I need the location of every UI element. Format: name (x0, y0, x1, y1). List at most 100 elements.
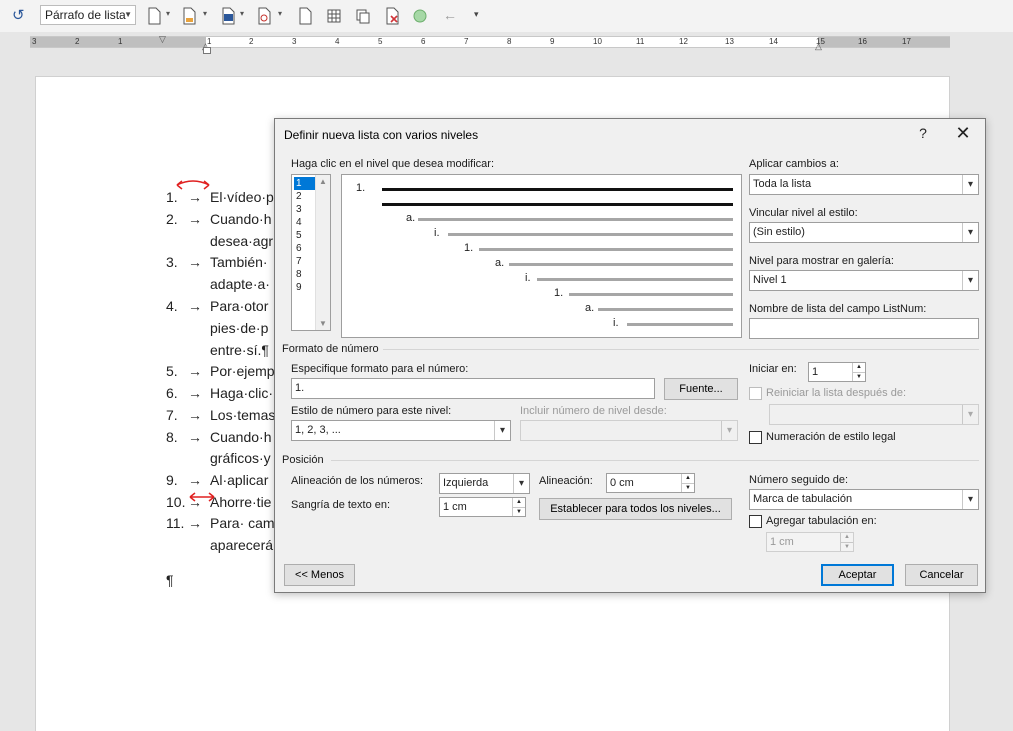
chevron-down-icon[interactable]: ▾ (962, 223, 978, 242)
ruler-number: 16 (858, 37, 867, 46)
ruler-number: 3 (292, 37, 297, 46)
level-option[interactable]: 2 (294, 190, 316, 203)
tab-arrow: → (188, 407, 202, 423)
spin-down-icon[interactable]: ▼ (512, 507, 525, 516)
level-option[interactable]: 4 (294, 216, 316, 229)
set-all-levels-button[interactable]: Establecer para todos los niveles... (539, 498, 732, 520)
link-style-select[interactable]: (Sin estilo) ▾ (749, 222, 979, 243)
ruler[interactable]: 3 2 1 1 2 3 4 5 6 7 8 9 10 11 12 13 14 1… (30, 34, 950, 51)
spin-down-icon[interactable]: ▼ (840, 542, 853, 551)
level-option[interactable]: 6 (294, 242, 316, 255)
listnum-name-label: Nombre de lista del campo ListNum: (749, 303, 927, 315)
redo-icon[interactable]: ↺ (12, 6, 25, 24)
number-format-input[interactable]: 1. (291, 378, 655, 399)
circle-icon[interactable] (412, 7, 428, 25)
preview-line (382, 203, 733, 206)
level-option[interactable]: 3 (294, 203, 316, 216)
chevron-down-icon[interactable]: ▾ (962, 490, 978, 509)
list-continuation[interactable]: aparecerá (210, 536, 273, 554)
document-template-icon[interactable] (181, 7, 197, 25)
number-alignment-select[interactable]: Izquierda ▾ (439, 473, 530, 494)
ok-button[interactable]: Aceptar (821, 564, 894, 586)
followed-by-select[interactable]: Marca de tabulación ▾ (749, 489, 979, 510)
include-level-select[interactable]: ▾ (520, 420, 738, 441)
list-continuation[interactable]: pies·de·p (210, 319, 268, 337)
listnum-name-input[interactable] (749, 318, 979, 339)
text-indent-spinner[interactable]: 1 cm ▲ ▼ (439, 497, 526, 517)
dialog-title: Definir nueva lista con varios niveles (284, 128, 479, 142)
spin-down-icon[interactable]: ▼ (681, 483, 694, 492)
chevron-down-icon[interactable]: ▾ (203, 9, 207, 18)
style-selector[interactable]: Párrafo de lista ▼ (40, 5, 136, 25)
level-option[interactable]: 1 (294, 177, 316, 190)
spin-up-icon[interactable]: ▲ (512, 498, 525, 507)
back-arrow-icon[interactable]: ← (443, 7, 457, 23)
level-option[interactable]: 7 (294, 255, 316, 268)
more-options-icon[interactable]: ▾ (474, 9, 479, 20)
help-button[interactable]: ? (915, 125, 931, 141)
tab-arrow: → (188, 472, 202, 488)
pdf-document-icon[interactable] (256, 7, 272, 25)
ruler-number: 1 (118, 37, 123, 46)
tab-arrow: → (188, 211, 202, 227)
chevron-down-icon[interactable]: ▾ (494, 421, 510, 440)
spin-down-icon[interactable]: ▼ (852, 372, 865, 381)
spin-up-icon[interactable]: ▲ (681, 474, 694, 483)
level-option[interactable]: 8 (294, 268, 316, 281)
start-at-spinner[interactable]: 1 ▲ ▼ (808, 362, 866, 382)
preview-line (537, 278, 733, 281)
gallery-level-select[interactable]: Nivel 1 ▾ (749, 270, 979, 291)
chevron-down-icon[interactable]: ▾ (962, 175, 978, 194)
apply-changes-select[interactable]: Toda la lista ▾ (749, 174, 979, 195)
preview-line (509, 263, 733, 266)
restart-list-checkbox[interactable] (749, 387, 762, 400)
list-continuation[interactable]: adapte·a· (210, 275, 270, 293)
cancel-button[interactable]: Cancelar (905, 564, 978, 586)
alignment-spinner[interactable]: 0 cm ▲ ▼ (606, 473, 695, 493)
legal-numbering-checkbox[interactable] (749, 431, 762, 444)
preview-label: 1. (554, 287, 564, 299)
ruler-margin-right (818, 37, 950, 47)
delete-document-icon[interactable] (384, 7, 400, 25)
list-continuation[interactable]: desea·agr (210, 232, 273, 250)
level-option[interactable]: 5 (294, 229, 316, 242)
level-listbox[interactable]: 1 2 3 4 5 6 7 8 9 ▲ ▼ (291, 174, 331, 331)
preview-line (418, 218, 733, 221)
spin-up-icon[interactable]: ▲ (840, 533, 853, 542)
add-tab-checkbox[interactable] (749, 515, 762, 528)
chevron-down-icon[interactable]: ▾ (513, 474, 529, 493)
level-option[interactable]: 9 (294, 281, 316, 294)
right-indent-marker[interactable]: △ (815, 41, 822, 52)
spin-up-icon[interactable]: ▲ (852, 363, 865, 372)
chevron-down-icon[interactable]: ▾ (240, 9, 244, 18)
chevron-down-icon[interactable]: ▾ (721, 421, 737, 440)
tab-arrow: → (188, 494, 202, 510)
font-button[interactable]: Fuente... (664, 378, 738, 400)
chevron-up-icon[interactable]: ▲ (319, 177, 327, 186)
list-continuation[interactable]: gráficos·y (210, 449, 271, 467)
restart-list-select[interactable]: ▾ (769, 404, 979, 425)
left-indent-box[interactable] (203, 47, 211, 54)
list-continuation[interactable]: entre·sí.¶ (210, 341, 269, 359)
copy-icon[interactable] (355, 7, 371, 25)
chevron-down-icon[interactable]: ▾ (962, 271, 978, 290)
number-style-select[interactable]: 1, 2, 3, ... ▾ (291, 420, 511, 441)
add-tab-spinner[interactable]: 1 cm ▲ ▼ (766, 532, 854, 552)
blank-page-icon[interactable] (297, 7, 313, 25)
number-alignment-label: Alineación de los números: (291, 475, 424, 487)
section-divider (383, 349, 979, 350)
level-scrollbar[interactable]: ▲ ▼ (315, 175, 330, 330)
new-document-icon[interactable] (146, 7, 162, 25)
table-grid-icon[interactable] (326, 7, 342, 25)
less-button[interactable]: << Menos (284, 564, 355, 586)
word-document-icon[interactable] (220, 7, 236, 25)
chevron-down-icon[interactable]: ▼ (319, 319, 327, 328)
alignment-label: Alineación: (539, 475, 593, 487)
chevron-down-icon[interactable]: ▾ (962, 405, 978, 424)
close-button[interactable]: ✕ (953, 123, 973, 144)
link-style-label: Vincular nivel al estilo: (749, 207, 858, 219)
first-line-indent-marker[interactable]: ▽ (159, 34, 166, 45)
ruler-number: 13 (725, 37, 734, 46)
chevron-down-icon[interactable]: ▾ (278, 9, 282, 18)
chevron-down-icon[interactable]: ▾ (166, 9, 170, 18)
